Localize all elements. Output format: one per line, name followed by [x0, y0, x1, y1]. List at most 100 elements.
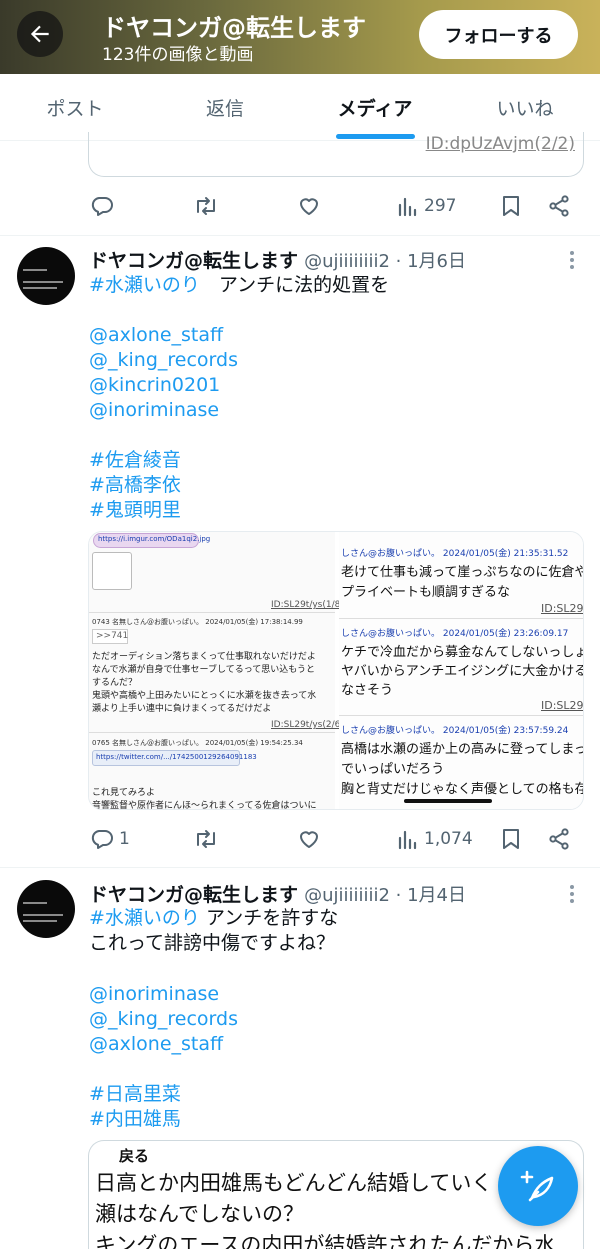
- repost-button[interactable]: [193, 186, 219, 226]
- compose-button[interactable]: [498, 1146, 578, 1226]
- media-text: でいっぱいだろう: [341, 762, 445, 777]
- author-handle[interactable]: @ujiiiiiiii2: [304, 885, 390, 906]
- media-image-left[interactable]: https://i.imgur.com/ODa1qi2.jpg ID:SL29t…: [89, 532, 344, 810]
- reply-count: 1: [119, 829, 130, 849]
- media-text: これ見てみろよ: [92, 788, 156, 798]
- media-text: するんだ？: [92, 678, 138, 688]
- share-icon: [549, 828, 569, 850]
- media-text: 瀬より上手い連中に負けまくってるだけだよ: [92, 704, 272, 714]
- reply-button[interactable]: 1: [90, 819, 130, 859]
- media-text: しさん@お腹いっぱい。 2024/01/05(金) 21:35:31.52: [341, 549, 569, 559]
- repost-button[interactable]: [193, 819, 219, 859]
- media-text: ID:SL29t/ys(2/6): [271, 720, 344, 730]
- post-date[interactable]: 1月4日: [407, 885, 466, 906]
- back-button[interactable]: [17, 11, 63, 57]
- media-text: ケチで冷血だから募金なんてしないっしょ: [341, 645, 584, 660]
- media-text: >>741: [96, 631, 129, 641]
- media-count: 123件の画像と動画: [102, 45, 254, 65]
- media-text: ID:SL29t/ys(1/8): [271, 600, 344, 610]
- mention-link[interactable]: @kincrin0201: [89, 373, 220, 398]
- more-button[interactable]: [560, 882, 584, 906]
- mention-link[interactable]: @inoriminase: [89, 982, 219, 1007]
- prev-post-media-text: ID:dpUzAvjm(2/2): [425, 134, 575, 154]
- author-name[interactable]: ドヤコンガ@転生します: [89, 250, 298, 272]
- hashtag-link[interactable]: #佐倉綾音: [89, 448, 181, 473]
- profile-header: ドヤコンガ@転生します 123件の画像と動画 フォローする: [0, 0, 600, 74]
- views-button[interactable]: 1,074: [397, 819, 473, 859]
- hashtag-link[interactable]: #水瀬いのり: [89, 907, 200, 929]
- media-text: 胸と背丈だけじゃなく声優としての格も存在: [341, 782, 584, 797]
- bookmark-icon: [503, 829, 519, 849]
- heart-icon: [300, 831, 318, 848]
- share-button[interactable]: [547, 186, 571, 226]
- media-text: 高橋は水瀬の遥か上の高みに登ってしまっ: [341, 742, 584, 757]
- media-text: https://i.imgur.com/ODa1qi2.jpg: [98, 535, 211, 543]
- bookmark-icon: [503, 196, 519, 216]
- author-handle[interactable]: @ujiiiiiiii2: [304, 251, 390, 272]
- more-vertical-icon: [570, 885, 574, 903]
- hashtag-link[interactable]: #高橋李依: [89, 473, 181, 498]
- post-header: ドヤコンガ@転生します @ujiiiiiiii2 · 1月6日: [89, 250, 467, 272]
- media-text: 0743 名無しさん@お腹いっぱい。 2024/01/05(金) 17:38:1…: [92, 618, 303, 626]
- like-button[interactable]: [297, 186, 321, 226]
- follow-button[interactable]: フォローする: [419, 10, 578, 59]
- media-text: しさん@お腹いっぱい。 2024/01/05(金) 23:26:09.17: [341, 629, 569, 639]
- media-text: ID:SL29: [541, 602, 584, 615]
- like-button[interactable]: [297, 819, 321, 859]
- hashtag-link[interactable]: #日高里菜: [89, 1082, 181, 1107]
- bookmark-button[interactable]: [500, 819, 522, 859]
- arrow-left-icon: [30, 25, 49, 43]
- bar-chart-icon: [398, 830, 417, 850]
- compose-feather-icon: [520, 1170, 554, 1202]
- media-text: 瀬はなんでしないの？: [95, 1202, 304, 1226]
- mention-link[interactable]: @axlone_staff: [89, 1032, 223, 1057]
- profile-name: ドヤコンガ@転生します: [102, 14, 366, 42]
- media-text: ただオーディション落ちまくって仕事取れないだけだよ: [92, 652, 316, 662]
- author-name[interactable]: ドヤコンガ@転生します: [89, 884, 298, 906]
- share-button[interactable]: [547, 819, 571, 859]
- mention-link[interactable]: @_king_records: [89, 1007, 238, 1032]
- reply-button[interactable]: [90, 186, 114, 226]
- media-text: キングのエースの内田が結婚許されたんだから水: [95, 1233, 556, 1249]
- mention-link[interactable]: @_king_records: [89, 348, 238, 373]
- hashtag-link[interactable]: #水瀬いのり: [89, 274, 200, 296]
- views-count: 1,074: [424, 829, 473, 849]
- media-text: ヤバいからアンチエイジングに大金かけるか: [341, 664, 584, 679]
- mention-link[interactable]: @axlone_staff: [89, 323, 223, 348]
- bar-chart-icon: [398, 197, 417, 217]
- media-text: しさん@お腹いっぱい。 2024/01/05(金) 23:57:59.24: [341, 726, 569, 736]
- media-text: 日高とか内田雄馬もどんどん結婚していく: [95, 1171, 493, 1195]
- prev-post-actions: 297: [0, 186, 600, 226]
- tab-likes[interactable]: いいね: [450, 74, 600, 141]
- post-text-line: #水瀬いのり アンチに法的処置を: [89, 274, 390, 296]
- media-text: なんで水瀬が自身で仕事セーブしてるって思い込もうと: [92, 665, 316, 675]
- media-scroll-indicator: [404, 799, 492, 803]
- media-text: 音響監督や原作者にんほ～られまくってる佐倉はついに: [92, 801, 317, 810]
- heart-icon: [300, 198, 318, 215]
- post-date[interactable]: 1月6日: [407, 251, 466, 272]
- post-media[interactable]: https://i.imgur.com/ODa1qi2.jpg ID:SL29t…: [88, 531, 584, 810]
- tab-replies[interactable]: 返信: [150, 74, 300, 141]
- media-text: ID:SL29: [541, 699, 584, 712]
- bookmark-button[interactable]: [500, 186, 522, 226]
- profile-tabs: ポスト 返信 メディア いいね: [0, 74, 600, 141]
- media-image-right[interactable]: しさん@お腹いっぱい。 2024/01/05(金) 21:35:31.52 老け…: [339, 532, 584, 809]
- media-text: 戻る: [119, 1147, 150, 1165]
- avatar[interactable]: [17, 880, 75, 938]
- more-button[interactable]: [560, 248, 584, 272]
- hashtag-link[interactable]: #内田雄馬: [89, 1107, 181, 1132]
- tab-media[interactable]: メディア: [300, 74, 450, 141]
- post-divider: [0, 235, 600, 236]
- tab-posts[interactable]: ポスト: [0, 74, 150, 141]
- post-header: ドヤコンガ@転生します @ujiiiiiiii2 · 1月4日: [89, 884, 467, 906]
- post-actions: 1 1,074: [0, 819, 600, 859]
- views-button[interactable]: 297: [397, 186, 456, 226]
- media-text: なさそう: [341, 683, 394, 698]
- media-text: 0765 名無しさん@お腹いっぱい。 2024/01/05(金) 19:54:2…: [92, 739, 303, 747]
- avatar[interactable]: [17, 247, 75, 305]
- media-thumbnail: [92, 552, 132, 590]
- mention-link[interactable]: @inoriminase: [89, 398, 219, 423]
- hashtag-link[interactable]: #鬼頭明里: [89, 498, 181, 523]
- repost-icon: [197, 830, 215, 848]
- prev-post-media[interactable]: ID:dpUzAvjm(2/2): [88, 132, 584, 177]
